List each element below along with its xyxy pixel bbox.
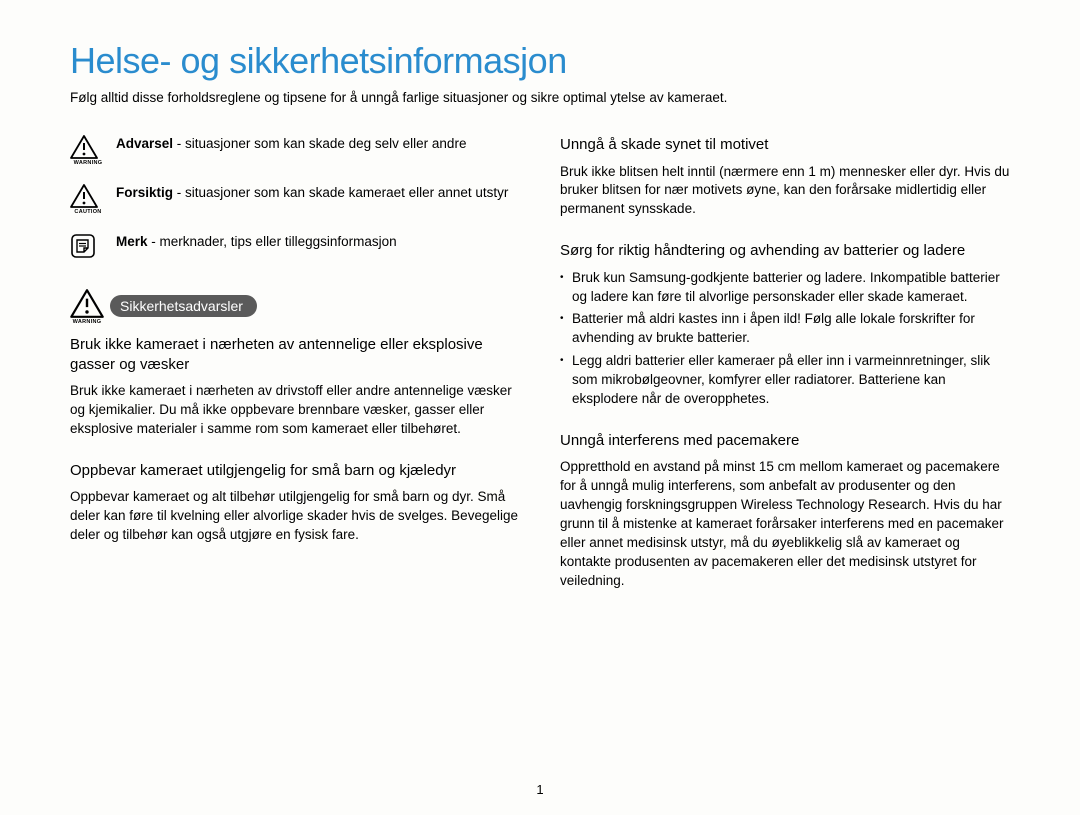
left-sec1-body: Bruk ikke kameraet i nærheten av drivsto…: [70, 382, 520, 439]
two-column-layout: WARNING Advarsel - situasjoner som kan s…: [70, 135, 1010, 613]
note-icon: [70, 233, 106, 259]
list-item: Bruk kun Samsung-godkjente batterier og …: [560, 269, 1010, 307]
left-sec2-title: Oppbevar kameraet utilgjengelig for små …: [70, 461, 520, 481]
warning-sublabel: WARNING: [70, 160, 106, 166]
page-title: Helse- og sikkerhetsinformasjon: [70, 40, 1010, 82]
legend-caution: CAUTION Forsiktig - situasjoner som kan …: [70, 184, 520, 215]
legend-note: Merk - merknader, tips eller tilleggsinf…: [70, 233, 520, 259]
right-sec2-title: Sørg for riktig håndtering og avhending …: [560, 241, 1010, 261]
list-item: Legg aldri batterier eller kameraer på e…: [560, 352, 1010, 409]
right-column: Unngå å skade synet til motivet Bruk ikk…: [560, 135, 1010, 613]
left-sec2-body: Oppbevar kameraet og alt tilbehør utilgj…: [70, 488, 520, 545]
legend-note-text: Merk - merknader, tips eller tilleggsinf…: [116, 233, 397, 251]
right-sec1-title: Unngå å skade synet til motivet: [560, 135, 1010, 155]
intro-text: Følg alltid disse forholdsreglene og tip…: [70, 90, 1010, 105]
page-number: 1: [536, 782, 543, 797]
right-sec3-title: Unngå interferens med pacemakere: [560, 431, 1010, 451]
legend-warning-text: Advarsel - situasjoner som kan skade deg…: [116, 135, 466, 153]
warning-triangle-icon: [70, 289, 104, 318]
safety-sublabel: WARNING: [70, 319, 104, 325]
warning-triangle-icon: [70, 135, 106, 159]
safety-warnings-pill: Sikkerhetsadvarsler: [110, 295, 257, 317]
legend-caution-text: Forsiktig - situasjoner som kan skade ka…: [116, 184, 508, 202]
right-sec1-body: Bruk ikke blitsen helt inntil (nærmere e…: [560, 163, 1010, 220]
caution-triangle-icon: [70, 184, 106, 208]
safety-warnings-header: WARNING Sikkerhetsadvarsler: [70, 289, 520, 325]
list-item: Batterier må aldri kastes inn i åpen ild…: [560, 310, 1010, 348]
legend-warning: WARNING Advarsel - situasjoner som kan s…: [70, 135, 520, 166]
right-sec2-bullets: Bruk kun Samsung-godkjente batterier og …: [560, 269, 1010, 409]
caution-sublabel: CAUTION: [70, 209, 106, 215]
left-sec1-title: Bruk ikke kameraet i nærheten av antenne…: [70, 335, 520, 374]
right-sec3-body: Oppretthold en avstand på minst 15 cm me…: [560, 458, 1010, 590]
left-column: WARNING Advarsel - situasjoner som kan s…: [70, 135, 520, 613]
